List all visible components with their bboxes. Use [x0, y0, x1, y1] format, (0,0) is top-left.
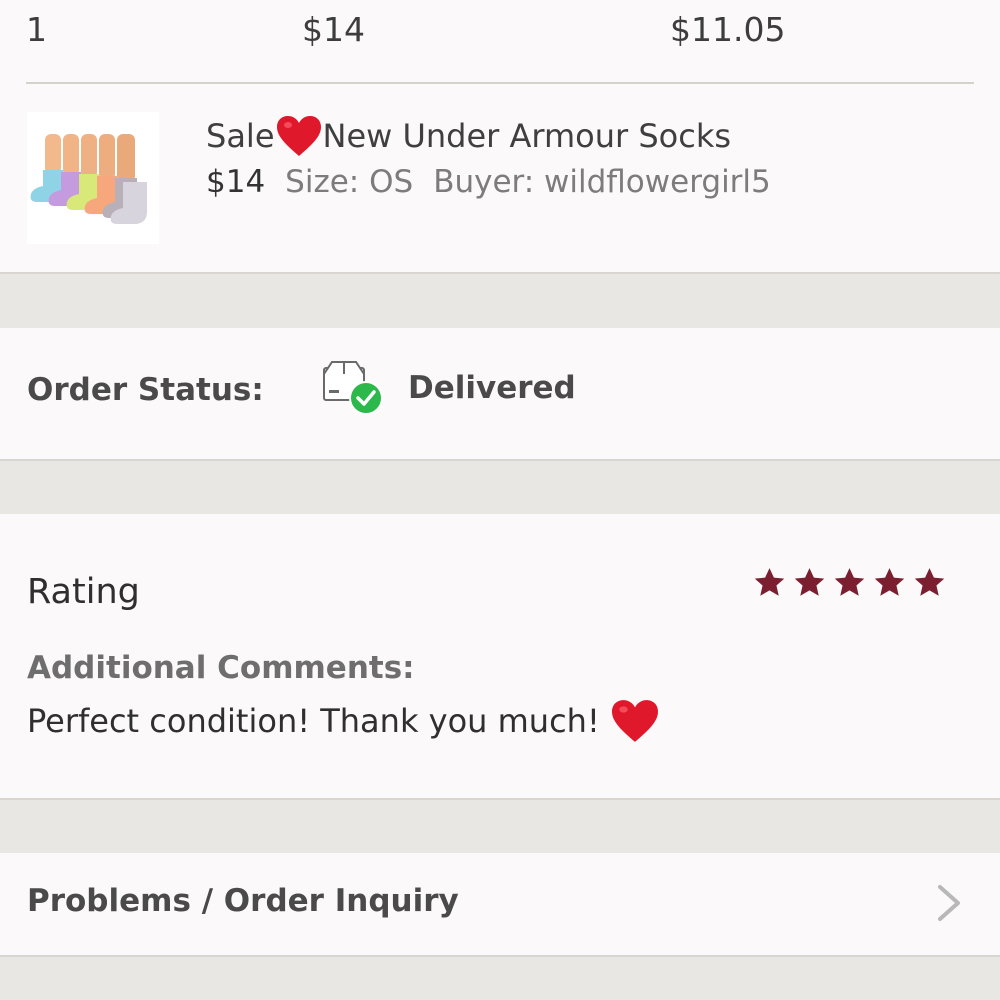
quantity-value: 1 [26, 10, 47, 49]
rating-section: Rating Additional Comments: Perfect cond… [0, 514, 1000, 800]
comments-label: Additional Comments: [27, 650, 415, 686]
item-title-suffix: New Under Armour Socks [322, 117, 732, 155]
item-meta: $14 Size: OS Buyer: wildflowergirl5 [206, 164, 791, 200]
item-title-prefix: Sale [206, 117, 275, 155]
chevron-right-icon[interactable] [934, 883, 964, 923]
star-icon [834, 568, 865, 596]
star-icon [754, 568, 785, 596]
rating-stars [752, 566, 947, 600]
heart-icon [276, 116, 321, 156]
price-value: $14 [302, 10, 365, 49]
star-icon [794, 568, 825, 596]
package-delivered-icon [323, 361, 383, 415]
item-size: Size: OS [285, 164, 414, 200]
rating-label: Rating [27, 572, 140, 612]
order-inquiry-label: Problems / Order Inquiry [27, 883, 459, 919]
star-icon [874, 568, 905, 596]
order-status-section: Order Status: Delivered [0, 328, 1000, 461]
item-thumbnail[interactable] [27, 112, 159, 244]
order-inquiry-row[interactable]: Problems / Order Inquiry [0, 853, 1000, 957]
heart-icon [611, 700, 658, 742]
star-icon [914, 568, 945, 596]
order-status-value: Delivered [408, 370, 576, 406]
item-buyer: Buyer: wildflowergirl5 [433, 164, 771, 200]
order-item[interactable]: Sale New Under Armour Socks $14 Size: OS B… [0, 84, 1000, 274]
comments-text: Perfect condition! Thank you much! [27, 698, 662, 744]
comments-body: Perfect condition! Thank you much! [27, 702, 600, 740]
order-summary-row: 1 $14 $11.05 [0, 0, 1000, 84]
item-title[interactable]: Sale New Under Armour Socks [206, 114, 731, 158]
item-price: $14 [206, 164, 266, 200]
earnings-value: $11.05 [670, 10, 786, 49]
order-status-label: Order Status: [27, 372, 264, 408]
